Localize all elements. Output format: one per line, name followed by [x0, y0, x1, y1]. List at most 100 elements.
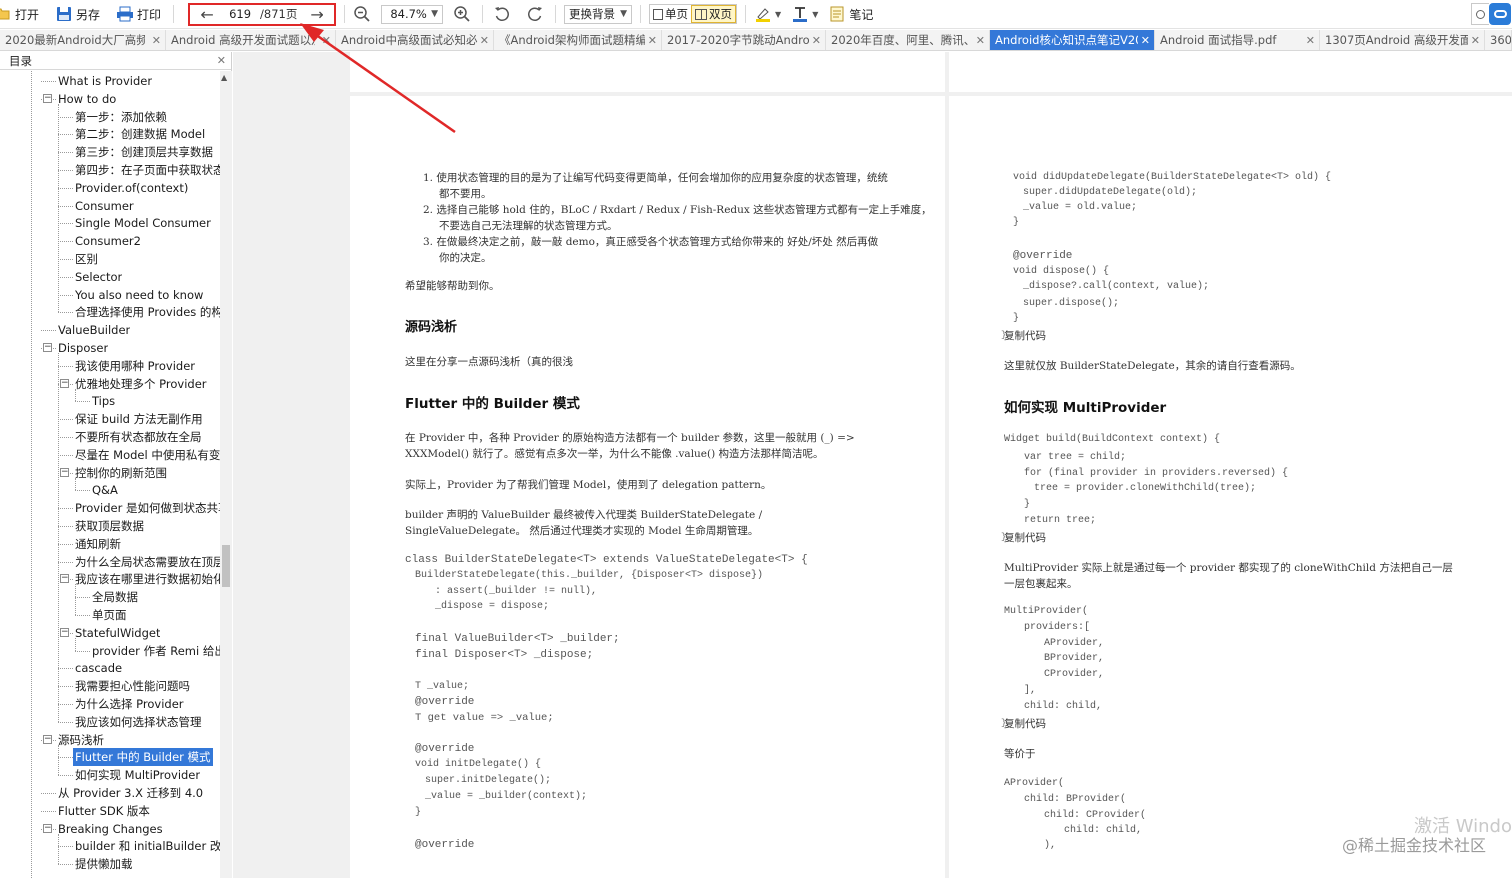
outline-item[interactable]: Single Model Consumer: [75, 214, 211, 232]
zoom-select[interactable]: 84.7% ▼: [381, 4, 444, 24]
outline-item[interactable]: You also need to know: [75, 286, 203, 304]
save-as-button[interactable]: 另存: [51, 2, 104, 26]
outline-item[interactable]: 单页面: [92, 606, 127, 624]
cloud-sync-button[interactable]: [1489, 3, 1511, 25]
outline-item[interactable]: Q&A: [92, 481, 118, 499]
print-button[interactable]: 打印: [112, 2, 165, 26]
outline-item[interactable]: 我该使用哪种 Provider: [75, 357, 195, 375]
zoom-out-icon[interactable]: [353, 5, 371, 23]
close-icon[interactable]: ✕: [1306, 30, 1315, 50]
outline-item[interactable]: Selector: [75, 268, 122, 286]
outline-item[interactable]: Flutter SDK 版本: [58, 802, 150, 820]
outline-item[interactable]: cascade: [75, 659, 122, 677]
search-box[interactable]: [1471, 3, 1489, 25]
page-number-input[interactable]: 619: [220, 6, 260, 22]
collapse-toggle-icon[interactable]: −: [60, 574, 69, 584]
outline-item[interactable]: 我应该如何选择状态管理: [75, 713, 202, 731]
close-icon[interactable]: ✕: [1141, 30, 1150, 50]
outline-item[interactable]: Consumer2: [75, 232, 141, 250]
outline-item[interactable]: Disposer: [58, 339, 108, 357]
document-tab[interactable]: 2020年百度、阿里、腾讯、字 ✕: [826, 30, 990, 50]
outline-item[interactable]: 优雅地处理多个 Provider: [75, 375, 207, 393]
close-icon[interactable]: ✕: [1471, 30, 1480, 50]
outline-item[interactable]: 合理选择使用 Provides 的构造: [75, 303, 220, 321]
outline-scrollbar[interactable]: ▲: [220, 71, 232, 878]
outline-item[interactable]: Provider.of(context): [75, 179, 188, 197]
outline-item[interactable]: What is Provider: [58, 72, 152, 90]
document-tab[interactable]: Android 高级开发面试题以及 ✕: [166, 30, 336, 50]
chevron-down-icon: ▼: [431, 9, 439, 19]
outline-item[interactable]: 第三步：创建顶层共享数据: [75, 143, 213, 161]
background-select[interactable]: 更换背景 ▼: [564, 4, 633, 24]
outline-item[interactable]: 如何实现 MultiProvider: [75, 766, 200, 784]
document-tab[interactable]: Android中高级面试必知必会 ✕: [336, 30, 494, 50]
rotate-left-icon[interactable]: [493, 5, 511, 23]
outline-item[interactable]: How to do: [58, 90, 116, 108]
outline-item[interactable]: 提供懒加载: [75, 855, 133, 873]
document-tab[interactable]: 2017-2020字节跳动Android ✕: [662, 30, 826, 50]
outline-item[interactable]: 区别: [75, 250, 98, 268]
open-button[interactable]: 打开: [0, 2, 43, 26]
outline-item[interactable]: Breaking Changes: [58, 820, 163, 838]
collapse-toggle-icon[interactable]: −: [43, 823, 52, 833]
note-button[interactable]: 笔记: [828, 2, 873, 26]
outline-item[interactable]: 从 Provider 3.X 迁移到 4.0: [58, 784, 203, 802]
collapse-toggle-icon[interactable]: −: [60, 627, 69, 637]
close-icon[interactable]: ✕: [480, 30, 489, 50]
chevron-down-icon[interactable]: ▼: [812, 10, 818, 19]
scrollbar-thumb[interactable]: [222, 545, 230, 587]
close-icon[interactable]: ✕: [976, 30, 985, 50]
collapse-toggle-icon[interactable]: −: [43, 93, 52, 103]
highlighter-icon[interactable]: [754, 5, 772, 23]
outline-item[interactable]: 第一步：添加依赖: [75, 108, 167, 126]
collapse-toggle-icon[interactable]: −: [43, 343, 52, 352]
outline-item[interactable]: 尽量在 Model 中使用私有变量: [75, 446, 220, 464]
outline-item[interactable]: builder 和 initialBuilder 改名: [75, 837, 220, 855]
code-brace-glyph: }: [1001, 330, 1007, 340]
close-icon[interactable]: ✕: [152, 30, 161, 50]
document-tab-active[interactable]: Android核心知识点笔记V2020✕: [990, 30, 1155, 50]
outline-item[interactable]: 保证 build 方法无副作用: [75, 410, 203, 428]
document-viewport[interactable]: 1. 使用状态管理的目的是为了让编写代码变得更简单，任何会增加你的应用复杂度的状…: [233, 52, 1512, 878]
outline-item[interactable]: 为什么选择 Provider: [75, 695, 184, 713]
collapse-toggle-icon[interactable]: −: [60, 467, 69, 477]
outline-item[interactable]: 不要所有状态都放在全局: [75, 428, 202, 446]
document-tab[interactable]: 《Android架构师面试题精编 ✕: [494, 30, 662, 50]
double-page-button[interactable]: 双页: [691, 5, 737, 23]
close-icon[interactable]: ✕: [217, 52, 226, 70]
text-tool-icon[interactable]: [791, 5, 809, 23]
collapse-toggle-icon[interactable]: −: [43, 734, 52, 744]
previous-page-icon[interactable]: ←: [194, 5, 220, 24]
document-tab[interactable]: Android 面试指导.pdf ✕: [1155, 30, 1320, 50]
outline-item-selected[interactable]: Flutter 中的 Builder 模式: [73, 748, 213, 767]
document-tab[interactable]: 2020最新Android大厂高频面 ✕: [0, 30, 166, 50]
close-icon[interactable]: ✕: [812, 30, 821, 50]
zoom-in-icon[interactable]: [453, 5, 471, 23]
rotate-right-icon[interactable]: [526, 5, 544, 23]
document-tab[interactable]: 360: [1485, 30, 1512, 50]
outline-item[interactable]: Provider 是如何做到状态共享: [75, 499, 220, 517]
outline-item[interactable]: 第四步：在子页面中获取状态: [75, 161, 220, 179]
outline-item[interactable]: 第二步：创建数据 Model: [75, 125, 205, 143]
close-icon[interactable]: ✕: [322, 30, 331, 50]
document-tab[interactable]: 1307页Android 高级开发面试 ✕: [1320, 30, 1485, 50]
next-page-icon[interactable]: →: [304, 5, 330, 24]
collapse-toggle-icon[interactable]: −: [60, 378, 69, 388]
outline-item[interactable]: 源码浅析: [58, 731, 104, 749]
single-page-button[interactable]: 单页: [650, 5, 691, 23]
chevron-down-icon[interactable]: ▼: [775, 10, 781, 19]
outline-item[interactable]: StatefulWidget: [75, 624, 160, 642]
outline-item[interactable]: ValueBuilder: [58, 321, 130, 339]
outline-item[interactable]: 全局数据: [92, 588, 138, 606]
outline-item[interactable]: 控制你的刷新范围: [75, 464, 167, 482]
outline-item[interactable]: 通知刷新: [75, 535, 121, 553]
outline-item[interactable]: Consumer: [75, 197, 134, 215]
outline-item[interactable]: Tips: [92, 392, 115, 410]
scroll-up-icon[interactable]: ▲: [221, 73, 227, 82]
outline-item[interactable]: 我应该在哪里进行数据初始化: [75, 570, 220, 588]
outline-item[interactable]: provider 作者 Remi 给出了: [92, 642, 220, 660]
outline-item[interactable]: 获取顶层数据: [75, 517, 144, 535]
outline-item[interactable]: 我需要担心性能问题吗: [75, 677, 190, 695]
close-icon[interactable]: ✕: [648, 30, 657, 50]
outline-item[interactable]: 为什么全局状态需要放在顶层: [75, 553, 220, 571]
